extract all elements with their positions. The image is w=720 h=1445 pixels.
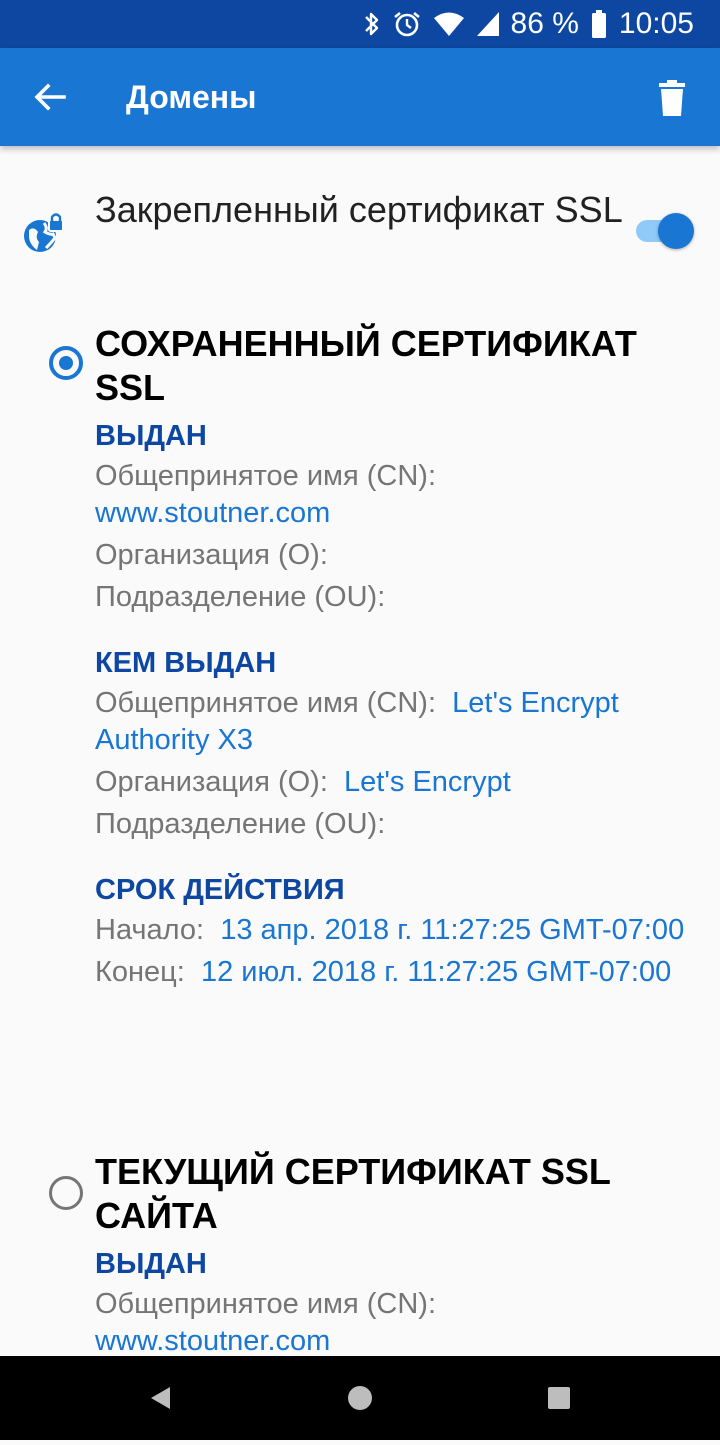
validity-start-label: Начало: bbox=[95, 914, 205, 946]
issued-to-cn-row: Общепринятое имя (CN): www.stoutner.com bbox=[95, 458, 695, 532]
issued-by-cn-row: Общепринятое имя (CN): Let's Encrypt Aut… bbox=[95, 685, 695, 759]
issued-to-cn-label: Общепринятое имя (CN): bbox=[95, 460, 437, 492]
wifi-icon bbox=[433, 11, 465, 37]
clock: 10:05 bbox=[618, 7, 694, 40]
saved-cert-title: СОХРАНЕННЫЙ СЕРТИФИКАТ SSL bbox=[95, 323, 637, 408]
delete-button[interactable] bbox=[650, 76, 694, 120]
page-title: Домены bbox=[126, 79, 257, 115]
issued-by-ou-row: Подразделение (OU): bbox=[95, 806, 695, 843]
status-bar: 86 % 10:05 bbox=[0, 0, 720, 48]
arrow-back-icon bbox=[34, 83, 66, 111]
pinned-ssl-label: Закрепленный сертификат SSL bbox=[95, 189, 623, 230]
back-button[interactable] bbox=[28, 75, 72, 119]
validity-start-value: 13 апр. 2018 г. 11:27:25 GMT-07:00 bbox=[220, 914, 685, 946]
validity-end-row: Конец: 12 июл. 2018 г. 11:27:25 GMT-07:0… bbox=[95, 954, 695, 991]
battery-text: 86 % bbox=[510, 7, 579, 40]
current-cert-block: ТЕКУЩИЙ СЕРТИФИКАТ SSL САЙТА ВЫДАН Общеп… bbox=[95, 1150, 695, 1356]
globe-lock-icon bbox=[22, 212, 64, 254]
navigation-bar bbox=[0, 1356, 720, 1440]
current-issued-to-cn-value: www.stoutner.com bbox=[95, 1325, 331, 1356]
issued-by-heading: КЕМ ВЫДАН bbox=[95, 647, 277, 679]
issued-to-ou-label: Подразделение (OU): bbox=[95, 581, 386, 613]
validity-end-value: 12 июл. 2018 г. 11:27:25 GMT-07:00 bbox=[200, 956, 672, 988]
status-icons: 86 % 10:05 bbox=[363, 0, 694, 48]
current-issued-to-cn-row: Общепринятое имя (CN): www.stoutner.com bbox=[95, 1286, 695, 1356]
nav-recents-button[interactable] bbox=[517, 1356, 601, 1440]
back-triangle-icon bbox=[151, 1387, 170, 1409]
current-issued-to-cn-label: Общепринятое имя (CN): bbox=[95, 1288, 437, 1320]
battery-icon bbox=[591, 10, 607, 38]
current-cert-title: ТЕКУЩИЙ СЕРТИФИКАТ SSL САЙТА bbox=[95, 1151, 611, 1236]
home-circle-icon bbox=[348, 1386, 372, 1410]
recents-square-icon bbox=[548, 1387, 570, 1409]
validity-heading: СРОК ДЕЙСТВИЯ bbox=[95, 874, 345, 906]
issued-to-ou-row: Подразделение (OU): bbox=[95, 579, 695, 616]
validity-start-row: Начало: 13 апр. 2018 г. 11:27:25 GMT-07:… bbox=[95, 912, 695, 949]
domain-settings: Закрепленный сертификат SSL СОХРАНЕННЫЙ … bbox=[0, 146, 720, 1356]
issued-to-cn-value: www.stoutner.com bbox=[95, 497, 331, 529]
saved-cert-radio[interactable] bbox=[49, 346, 83, 380]
issued-by-cn-label: Общепринятое имя (CN): bbox=[95, 687, 437, 719]
issued-by-o-row: Организация (O): Let's Encrypt bbox=[95, 764, 695, 801]
saved-cert-block: СОХРАНЕННЫЙ СЕРТИФИКАТ SSL ВЫДАН Общепри… bbox=[95, 322, 695, 996]
issued-to-heading: ВЫДАН bbox=[95, 420, 207, 452]
nav-home-button[interactable] bbox=[318, 1356, 402, 1440]
pinned-ssl-switch[interactable] bbox=[634, 210, 696, 250]
validity-end-label: Конец: bbox=[95, 956, 185, 988]
issued-to-o-label: Организация (O): bbox=[95, 539, 328, 571]
issued-to-o-row: Организация (O): bbox=[95, 537, 695, 574]
delete-icon bbox=[659, 80, 685, 116]
issued-by-o-label: Организация (O): bbox=[95, 766, 328, 798]
issued-by-o-value: Let's Encrypt bbox=[344, 766, 511, 798]
bluetooth-icon bbox=[363, 10, 381, 38]
signal-icon bbox=[476, 12, 499, 36]
alarm-icon bbox=[393, 10, 421, 38]
nav-back-button[interactable] bbox=[118, 1356, 202, 1440]
current-cert-radio[interactable] bbox=[49, 1176, 83, 1210]
app-bar: Домены bbox=[0, 48, 720, 146]
switch-thumb bbox=[658, 213, 694, 249]
current-issued-to-heading: ВЫДАН bbox=[95, 1248, 207, 1280]
issued-by-ou-label: Подразделение (OU): bbox=[95, 808, 386, 840]
